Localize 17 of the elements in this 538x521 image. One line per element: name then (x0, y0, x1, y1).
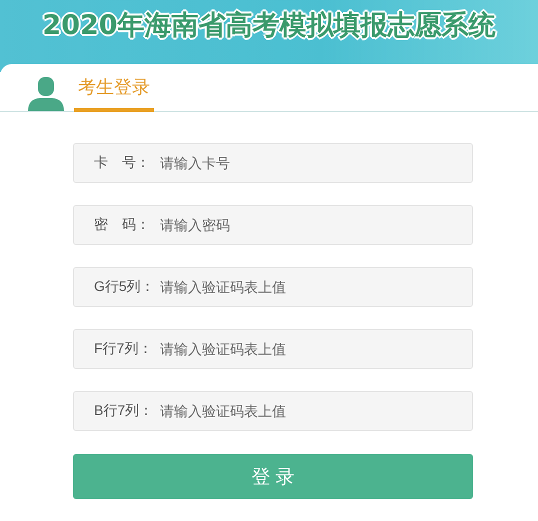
text-input[interactable]: 请输入验证码表上值 (160, 403, 472, 419)
text-input[interactable]: 请输入验证码表上值 (160, 279, 472, 295)
text-input[interactable]: 请输入卡号 (160, 155, 472, 171)
input-field[interactable]: F行7列： 请输入验证码表上值 (73, 329, 473, 369)
field-label: 卡 号： (94, 154, 151, 172)
text-input[interactable]: 请输入验证码表上值 (160, 341, 472, 357)
field-label: F行7列： (94, 340, 154, 358)
input-field[interactable]: G行5列： 请输入验证码表上值 (73, 267, 473, 307)
field-label: B行7列： (94, 402, 154, 420)
field-label: G行5列： (94, 278, 156, 296)
page-title: 2020年海南省高考模拟填报志愿系统 (42, 9, 496, 43)
input-field[interactable]: B行7列： 请输入验证码表上值 (73, 391, 473, 431)
input-field[interactable]: 密 码： 请输入密码 (73, 205, 473, 245)
user-icon (28, 77, 64, 111)
text-input[interactable]: 请输入密码 (160, 217, 472, 233)
input-field[interactable]: 卡 号： 请输入卡号 (73, 143, 473, 183)
field-label: 密 码： (94, 216, 151, 234)
